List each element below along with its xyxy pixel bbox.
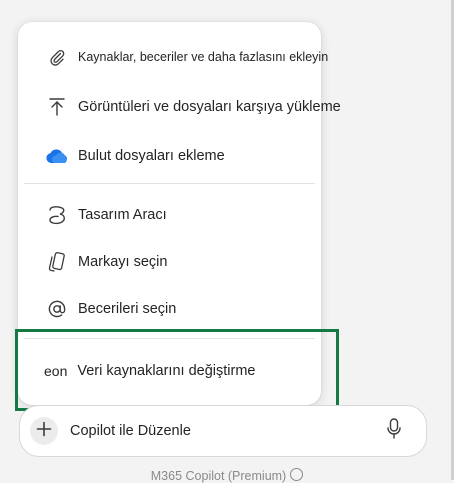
model-footer: M365 Copilot (Premium) <box>0 468 454 483</box>
info-icon[interactable] <box>290 468 304 481</box>
menu-item-add-cloud-files[interactable]: Bulut dosyaları ekleme <box>18 134 321 178</box>
menu-divider <box>24 338 315 339</box>
microphone-button[interactable] <box>382 417 406 445</box>
model-label: M365 Copilot (Premium) <box>150 469 287 483</box>
menu-divider <box>24 183 315 184</box>
menu-item-select-skills[interactable]: Becerileri seçin <box>18 287 321 331</box>
menu-item-label: Veri kaynaklarını değiştirme <box>77 363 256 379</box>
upload-icon <box>44 95 70 119</box>
menu-item-label: Bulut dosyaları ekleme <box>78 148 225 164</box>
microphone-icon <box>387 417 401 445</box>
at-icon <box>44 297 70 321</box>
menu-item-label: Markayı seçin <box>78 254 168 270</box>
attach-menu: Kaynaklar, beceriler ve daha fazlasını e… <box>18 22 341 405</box>
plus-icon <box>36 421 52 442</box>
chat-input[interactable] <box>68 422 362 440</box>
menu-item-change-data-sources[interactable]: eon Veri kaynaklarını değiştirme <box>18 349 321 393</box>
menu-item-design-tool[interactable]: Tasarım Aracı <box>18 193 321 237</box>
composer-bar <box>19 405 427 457</box>
add-button[interactable] <box>30 417 58 445</box>
designer-icon <box>44 203 70 227</box>
menu-item-select-brand[interactable]: Markayı seçin <box>18 240 321 284</box>
brand-kit-icon <box>44 250 70 274</box>
menu-item-upload-images-files[interactable]: Görüntüleri ve dosyaları karşıya yükleme <box>18 85 341 129</box>
menu-item-label: Görüntüleri ve dosyaları karşıya yükleme <box>78 99 341 115</box>
menu-item-label: Tasarım Aracı <box>78 207 167 223</box>
cloud-icon <box>44 144 70 168</box>
menu-item-label: Becerileri seçin <box>78 301 177 317</box>
paperclip-icon <box>44 45 70 69</box>
eon-prefix: eon <box>44 363 68 379</box>
menu-item-label: Kaynaklar, beceriler ve daha fazlasını e… <box>78 50 329 64</box>
menu-item-add-resources[interactable]: Kaynaklar, beceriler ve daha fazlasını e… <box>18 35 328 79</box>
